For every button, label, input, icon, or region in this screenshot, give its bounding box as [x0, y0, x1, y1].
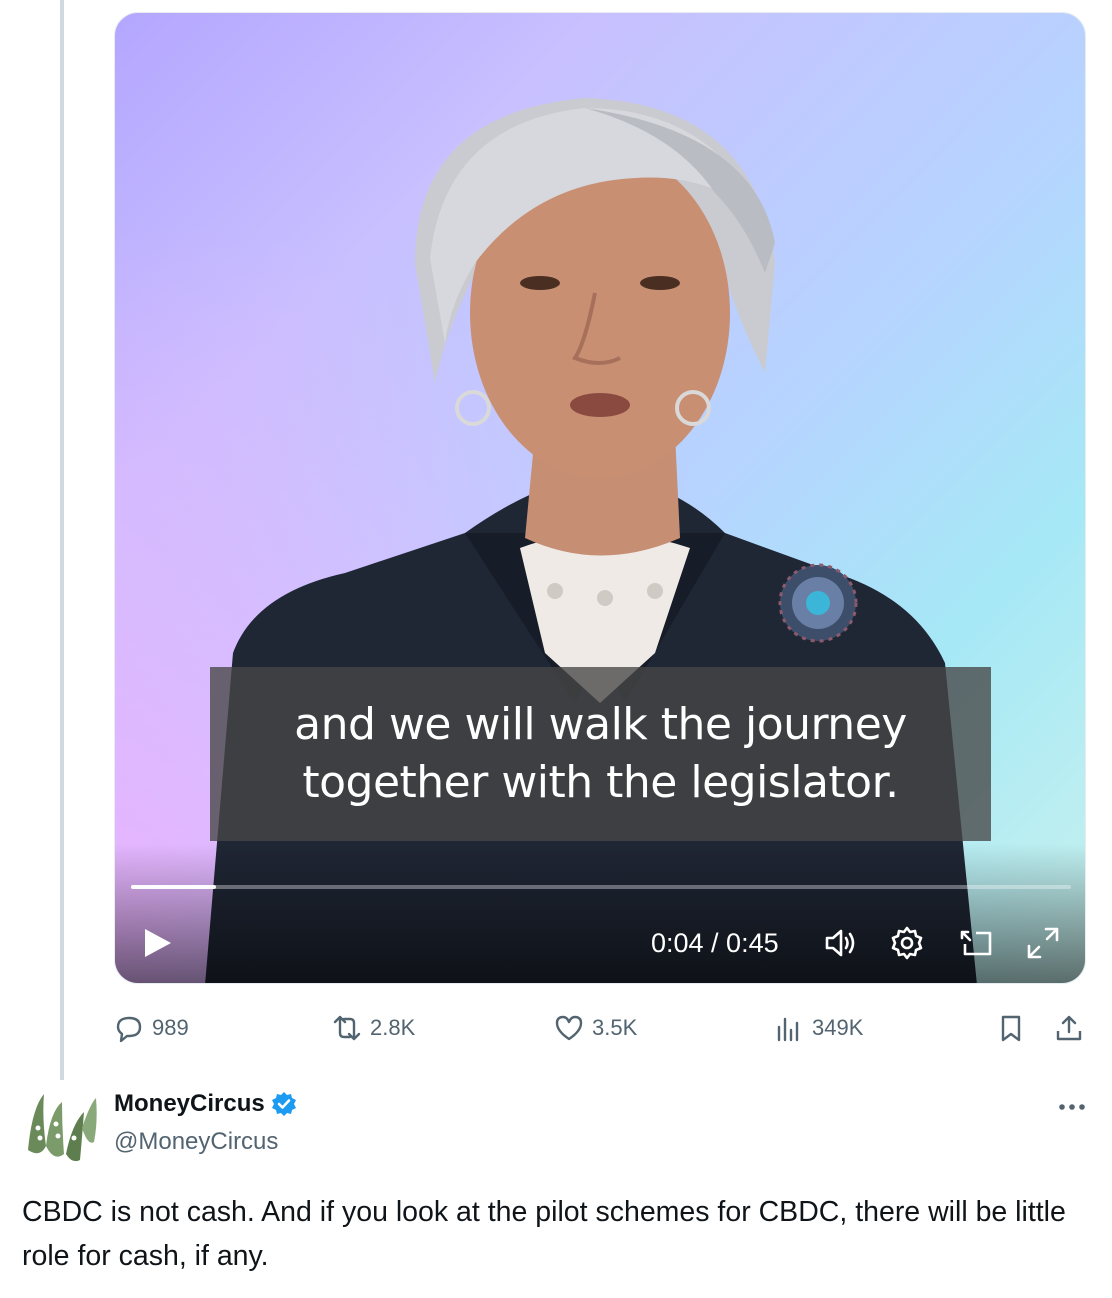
- share-button[interactable]: [1054, 1008, 1092, 1048]
- views-count: 349K: [812, 1015, 864, 1040]
- video-caption-box: and we will walk the journey together wi…: [210, 667, 991, 841]
- volume-icon[interactable]: [821, 923, 861, 963]
- like-count: 3.5K: [592, 1015, 638, 1040]
- author-handle[interactable]: @MoneyCircus: [114, 1128, 278, 1156]
- views-button[interactable]: 349K: [774, 1008, 863, 1048]
- video-player[interactable]: and we will walk the journey together wi…: [114, 12, 1086, 984]
- author-name-row: MoneyCircus: [114, 1090, 297, 1118]
- video-progress-bar[interactable]: [131, 885, 1071, 889]
- fullscreen-icon[interactable]: [1023, 923, 1063, 963]
- tweet-action-bar: 989 2.8K 3.5K 349K: [114, 1008, 1086, 1048]
- tweet-body-text: CBDC is not cash. And if you look at the…: [22, 1196, 1066, 1272]
- bookmark-icon: [1001, 1015, 1021, 1042]
- share-upload-icon: [1056, 1015, 1082, 1041]
- author-avatar[interactable]: [22, 1088, 100, 1166]
- video-progress-fill: [131, 885, 216, 889]
- verified-badge-icon[interactable]: [271, 1091, 297, 1117]
- video-caption-line-2: together with the legislator.: [302, 757, 899, 808]
- repost-button[interactable]: 2.8K: [332, 1008, 415, 1048]
- heart-icon: [555, 1015, 583, 1041]
- bookmark-button[interactable]: [996, 1008, 1034, 1048]
- tweet-author-row: MoneyCircus @MoneyCircus: [22, 1082, 1092, 1172]
- views-chart-icon: [777, 1017, 799, 1042]
- video-timestamp: 0:04 / 0:45: [651, 928, 779, 958]
- video-controls-overlay: [115, 843, 1085, 983]
- more-options-icon[interactable]: [1052, 1092, 1092, 1122]
- picture-in-picture-icon[interactable]: [957, 923, 997, 963]
- repost-icon: [333, 1015, 361, 1041]
- reply-bubble-icon: [116, 1016, 142, 1043]
- repost-count: 2.8K: [370, 1015, 416, 1040]
- like-button[interactable]: 3.5K: [554, 1008, 637, 1048]
- author-display-name[interactable]: MoneyCircus: [114, 1090, 265, 1118]
- settings-gear-icon[interactable]: [887, 923, 927, 963]
- reply-count: 989: [152, 1015, 189, 1040]
- video-caption-line-1: and we will walk the journey: [294, 699, 907, 750]
- reply-button[interactable]: 989: [114, 1008, 189, 1048]
- play-icon[interactable]: [139, 925, 175, 961]
- thread-connector-line: [60, 0, 64, 1080]
